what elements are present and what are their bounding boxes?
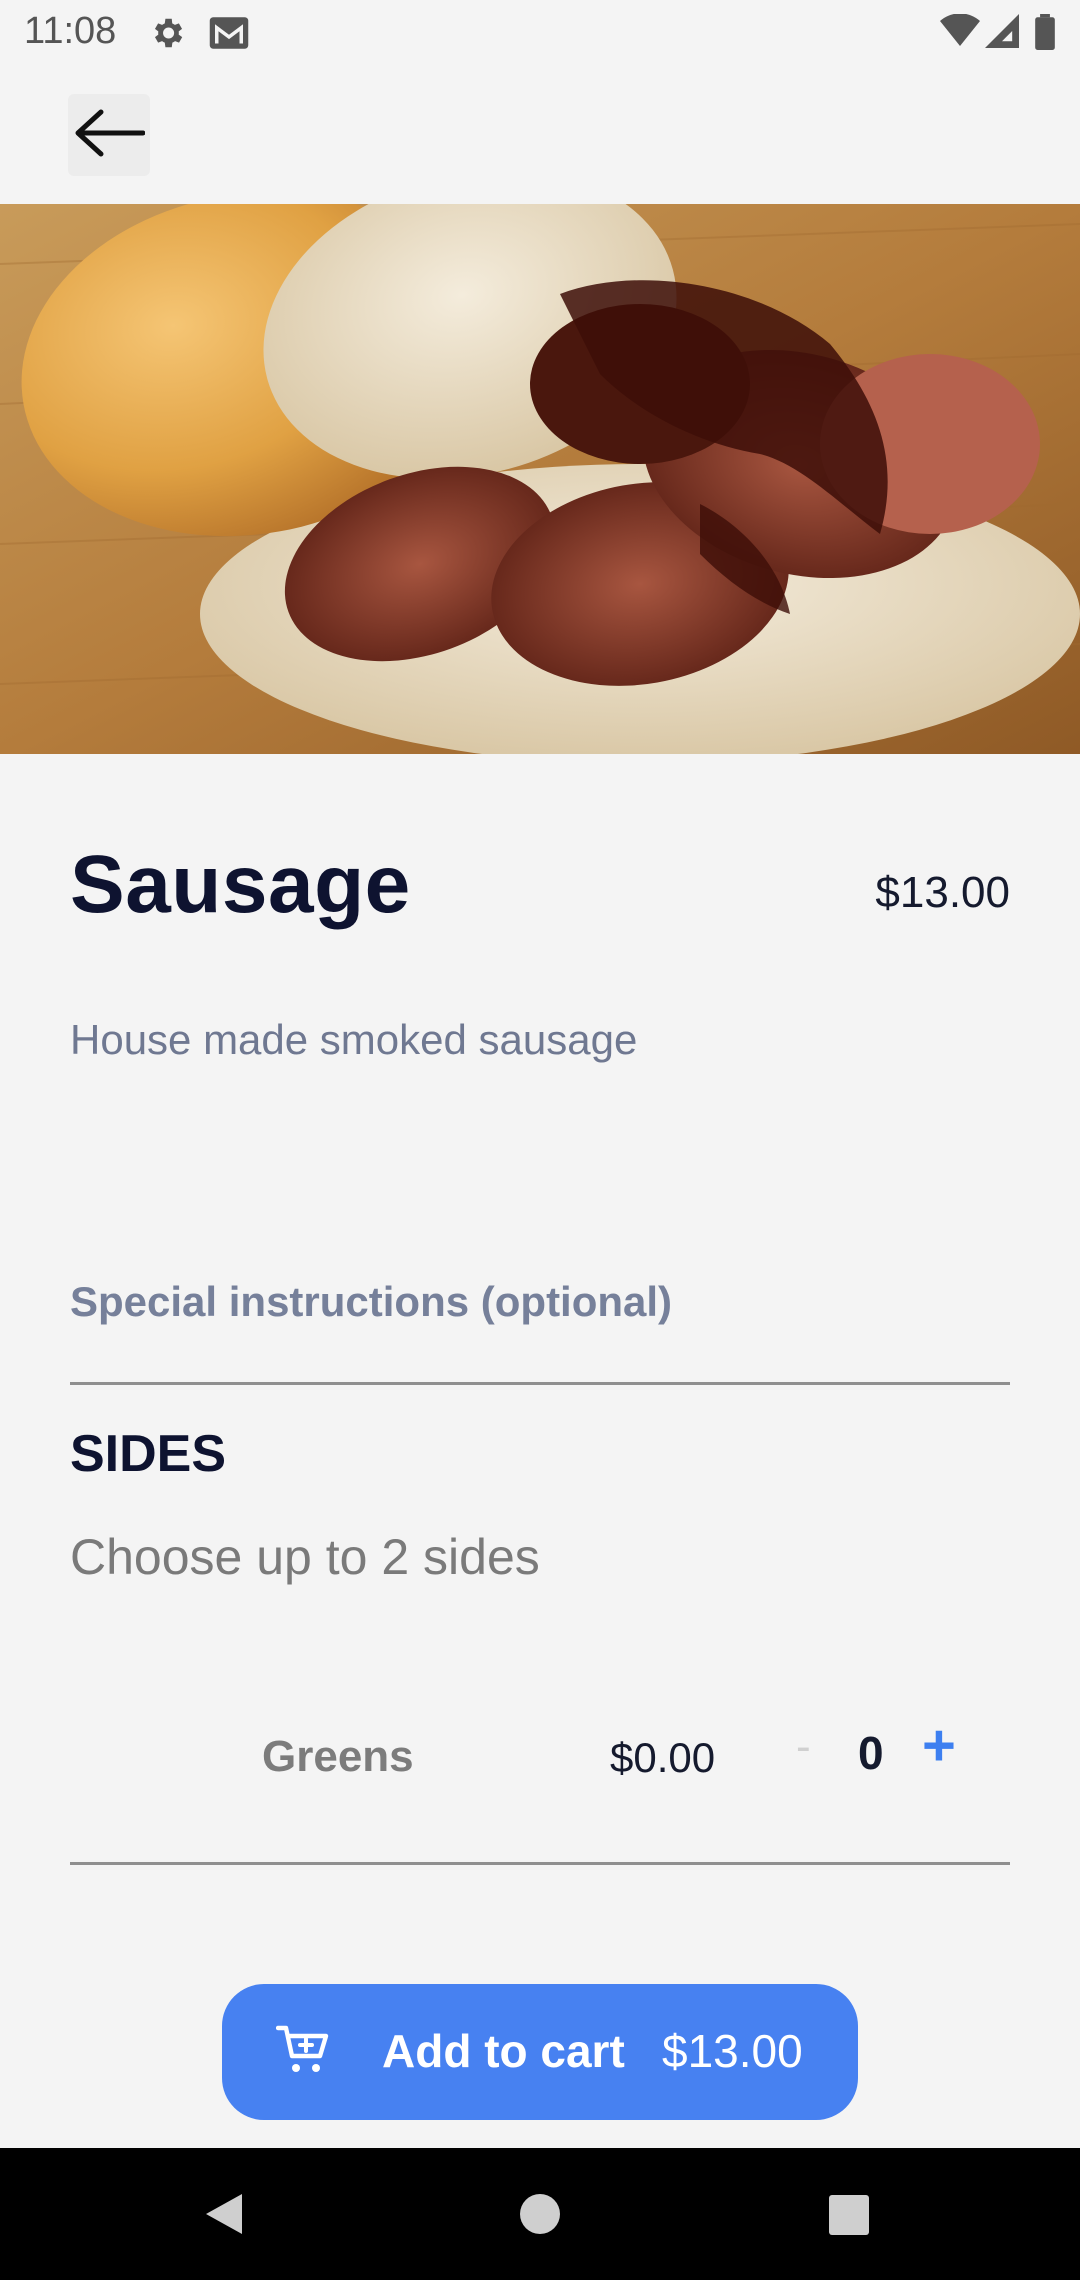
arrow-left-icon [73, 109, 146, 162]
quantity-value: 0 [858, 1727, 884, 1779]
settings-icon [148, 14, 186, 57]
back-button[interactable] [68, 94, 150, 176]
add-to-cart-button[interactable]: Add to cart $13.00 [222, 1984, 858, 2120]
quantity-decrement-button[interactable]: - [796, 1722, 811, 1772]
special-instructions-field[interactable]: Special instructions (optional) [70, 1278, 672, 1326]
side-option-name: Greens [262, 1732, 414, 1781]
back-triangle-icon[interactable] [204, 2192, 244, 2241]
item-photo [0, 204, 1080, 754]
system-nav-bar [0, 2148, 1080, 2280]
wifi-icon [940, 13, 980, 53]
item-price: $13.00 [875, 868, 1010, 917]
quantity-increment-button[interactable]: + [922, 1712, 956, 1779]
cart-plus-icon [275, 2024, 332, 2081]
sides-heading: SIDES [70, 1425, 227, 1483]
item-title: Sausage [70, 839, 411, 930]
status-time: 11:08 [24, 10, 117, 52]
sides-subtitle: Choose up to 2 sides [70, 1529, 540, 1585]
recents-square-icon[interactable] [828, 2194, 870, 2241]
instructions-divider [70, 1382, 1010, 1385]
gmail-icon [208, 14, 250, 57]
toolbar [0, 64, 1080, 204]
signal-icon [984, 14, 1020, 53]
side-option-price: $0.00 [610, 1734, 716, 1781]
battery-icon [1034, 14, 1056, 55]
cart-total: $13.00 [662, 2025, 803, 2077]
home-circle-icon[interactable] [518, 2192, 562, 2241]
status-bar: 11:08 [0, 0, 1080, 64]
item-description: House made smoked sausage [70, 1016, 638, 1063]
add-to-cart-label: Add to cart [382, 2025, 625, 2077]
sides-divider [70, 1862, 1010, 1865]
